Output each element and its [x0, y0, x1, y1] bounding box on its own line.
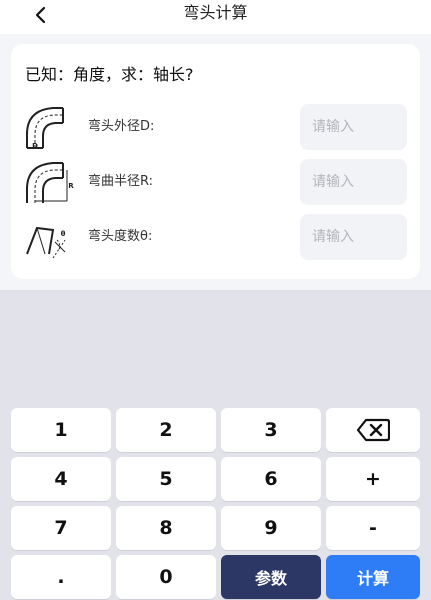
elbow-diameter-letter: D	[32, 142, 38, 150]
bend-angle-input[interactable]	[300, 214, 407, 260]
key-backspace[interactable]	[326, 408, 420, 452]
row-bend-angle: θ 弯头度数θ:	[11, 214, 420, 260]
key-6[interactable]: 6	[221, 457, 321, 501]
outer-diameter-input[interactable]	[300, 104, 407, 150]
key-plus[interactable]: +	[326, 457, 420, 501]
elbow-angle-icon: θ	[26, 226, 66, 259]
key-3[interactable]: 3	[221, 408, 321, 452]
elbow-radius-letter: R	[68, 182, 74, 190]
backspace-icon	[356, 418, 390, 442]
page-title: 弯头计算	[183, 3, 248, 22]
key-8[interactable]: 8	[116, 506, 216, 550]
elbow-radius-icon: R	[26, 162, 74, 203]
params-button[interactable]: 参数	[221, 555, 321, 599]
key-0[interactable]: 0	[116, 555, 216, 599]
key-5[interactable]: 5	[116, 457, 216, 501]
bend-radius-input[interactable]	[300, 159, 407, 205]
key-decimal[interactable]: .	[11, 555, 111, 599]
row-bend-radius: R 弯曲半径R:	[11, 159, 420, 205]
outer-diameter-label: 弯头外径D:	[88, 119, 155, 134]
bend-angle-label: 弯头度数θ:	[88, 229, 153, 244]
key-4[interactable]: 4	[11, 457, 111, 501]
key-minus[interactable]: -	[326, 506, 420, 550]
calculate-button[interactable]: 计算	[326, 555, 420, 599]
question-text: 已知：角度，求：轴长?	[25, 65, 194, 84]
key-1[interactable]: 1	[11, 408, 111, 452]
elbow-diameter-icon: D	[26, 107, 64, 150]
bend-radius-label: 弯曲半径R:	[88, 174, 154, 189]
row-outer-diameter: D 弯头外径D:	[11, 104, 420, 150]
key-2[interactable]: 2	[116, 408, 216, 452]
numeric-keypad: 1 2 3 4 5 6 + 7 8 9 - . 0 参数 计算	[0, 290, 431, 600]
key-9[interactable]: 9	[221, 506, 321, 550]
key-7[interactable]: 7	[11, 506, 111, 550]
header-bar: 弯头计算	[0, 0, 431, 34]
elbow-angle-letter: θ	[61, 230, 66, 238]
input-card: 已知：角度，求：轴长? D 弯头外径D: R 弯曲半径R:	[11, 44, 420, 279]
